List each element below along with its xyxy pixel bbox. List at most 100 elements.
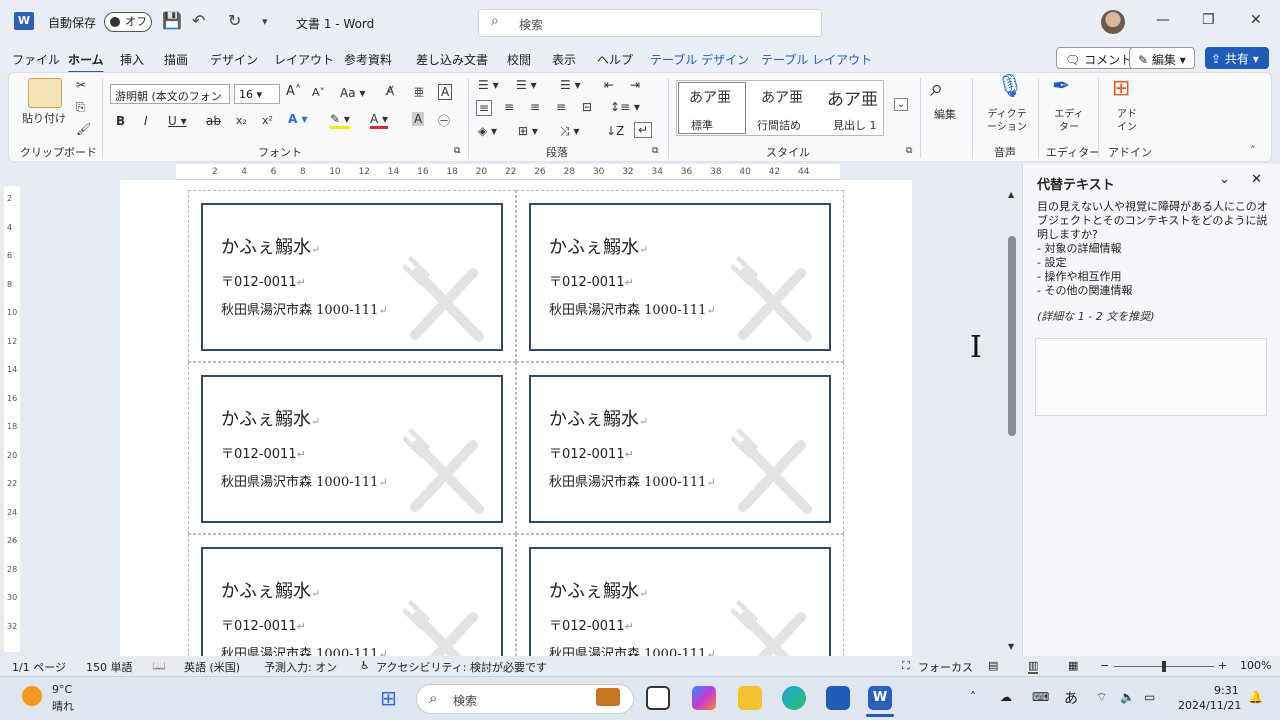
menu-review[interactable]: 校閲 bbox=[507, 51, 531, 68]
search-box[interactable]: ⌕ 検索 bbox=[478, 9, 822, 37]
edit-label[interactable]: 編集 bbox=[934, 106, 956, 122]
scroll-down-icon[interactable]: ▼ bbox=[1008, 642, 1014, 651]
align-center-icon[interactable]: ≡ bbox=[504, 100, 514, 114]
editor-pen-icon[interactable]: ✒ bbox=[1052, 74, 1070, 99]
collapse-ribbon-icon[interactable]: ˄ bbox=[1250, 144, 1256, 157]
copy-icon[interactable]: ⎘ bbox=[76, 100, 86, 115]
ime-mode[interactable]: あ bbox=[1064, 688, 1078, 708]
menu-help[interactable]: ヘルプ bbox=[597, 51, 633, 68]
onedrive-icon[interactable]: ☁ bbox=[1000, 690, 1012, 704]
quick-access-dropdown-icon[interactable]: ▾ bbox=[262, 15, 268, 28]
style-label-no-spacing[interactable]: 行間詰め bbox=[757, 117, 801, 133]
clock-time[interactable]: 9:31 bbox=[1214, 684, 1239, 697]
label-cell[interactable]: かふぇ鰯水↵ 〒012-0011↵ 秋田県湯沢市森 1000-111↵ bbox=[188, 534, 516, 656]
document-page[interactable]: かふぇ鰯水↵ 〒012-0011↵ 秋田県湯沢市森 1000-111↵ かふぇ鰯水↵ 〒… bbox=[120, 180, 912, 656]
addin-grid-icon[interactable]: ⊞ bbox=[1112, 76, 1130, 101]
avatar[interactable] bbox=[1101, 10, 1125, 34]
enclose-character-icon[interactable]: ㊀ bbox=[438, 112, 450, 129]
wifi-icon[interactable]: ⌔ bbox=[1096, 690, 1107, 705]
word-count[interactable]: 150 単語 bbox=[86, 659, 133, 675]
zoom-level[interactable]: 100% bbox=[1240, 659, 1271, 672]
label-postal-code[interactable]: 〒012-0011↵ bbox=[221, 271, 306, 290]
pane-options-icon[interactable]: ⌄ bbox=[1219, 172, 1230, 187]
style-label-heading1[interactable]: 見出し 1 bbox=[833, 117, 877, 133]
undo-icon[interactable]: ↶ bbox=[192, 11, 205, 30]
file-explorer-icon[interactable] bbox=[738, 686, 762, 710]
address-label[interactable]: かふぇ鰯水↵ 〒012-0011↵ 秋田県湯沢市森 1000-111↵ bbox=[529, 375, 831, 523]
label-postal-code[interactable]: 〒012-0011↵ bbox=[221, 443, 306, 462]
pane-close-icon[interactable]: ✕ bbox=[1251, 172, 1262, 187]
font-color-icon[interactable]: A ▾ bbox=[370, 112, 389, 129]
paste-label[interactable]: 貼り付け bbox=[22, 110, 66, 126]
multilevel-list-icon[interactable]: ☰ ▾ bbox=[560, 78, 581, 92]
label-shop-name[interactable]: かふぇ鰯水↵ bbox=[549, 405, 648, 431]
label-address[interactable]: 秋田県湯沢市森 1000-111↵ bbox=[549, 471, 716, 490]
focus-icon[interactable]: ⛶ bbox=[902, 659, 910, 673]
highlight-icon[interactable]: ✎ ▾ bbox=[330, 112, 350, 129]
decrease-indent-icon[interactable]: ⇤ bbox=[604, 78, 614, 92]
label-shop-name[interactable]: かふぇ鰯水↵ bbox=[549, 233, 648, 259]
editor-label[interactable]: エディター bbox=[1054, 108, 1084, 134]
address-label[interactable]: かふぇ鰯水↵ 〒012-0011↵ 秋田県湯沢市森 1000-111↵ bbox=[201, 203, 503, 351]
tray-chevron-icon[interactable]: ˄ bbox=[970, 690, 976, 704]
menu-view[interactable]: 表示 bbox=[552, 51, 576, 68]
format-painter-icon[interactable]: 🖌 bbox=[76, 122, 91, 136]
label-address[interactable]: 秋田県湯沢市森 1000-111↵ bbox=[549, 299, 716, 318]
predictive-status[interactable]: 予測入力: オン bbox=[264, 659, 337, 675]
autosave-toggle[interactable]: オフ bbox=[104, 12, 152, 32]
bullets-icon[interactable]: ☰ ▾ bbox=[478, 78, 499, 92]
redo-icon[interactable]: ↻ bbox=[228, 11, 241, 30]
label-postal-code[interactable]: 〒012-0011↵ bbox=[549, 271, 634, 290]
alt-text-input[interactable] bbox=[1035, 338, 1267, 416]
label-shop-name[interactable]: かふぇ鰯水↵ bbox=[221, 233, 320, 259]
read-mode-icon[interactable]: ▤ bbox=[988, 659, 998, 672]
style-gallery-more-icon[interactable]: ⌄ bbox=[894, 98, 909, 111]
grow-font-icon[interactable]: A˄ bbox=[286, 84, 301, 99]
subscript-icon[interactable]: x₂ bbox=[236, 114, 247, 127]
edge-icon[interactable] bbox=[782, 686, 806, 710]
address-label[interactable]: かふぇ鰯水↵ 〒012-0011↵ 秋田県湯沢市森 1000-111↵ bbox=[201, 375, 503, 523]
menu-layout[interactable]: レイアウト bbox=[274, 51, 334, 68]
horizontal-ruler[interactable]: 2 4 6 8 10 12 14 16 18 20 22 26 28 30 32 34 36 38 40 42 44 bbox=[176, 164, 840, 180]
menu-references[interactable]: 参考資料 bbox=[344, 51, 392, 68]
label-cell[interactable]: かふぇ鰯水↵ 〒012-0011↵ 秋田県湯沢市森 1000-111↵ bbox=[516, 190, 844, 362]
weather-temp[interactable]: 9°C bbox=[52, 683, 72, 696]
address-label[interactable]: かふぇ鰯水↵ 〒012-0011↵ 秋田県湯沢市森 1000-111↵ bbox=[529, 203, 831, 351]
label-address[interactable]: 秋田県湯沢市森 1000-111↵ bbox=[221, 643, 388, 656]
vertical-ruler[interactable]: 2 4 6 8 10 12 14 16 18 20 22 24 26 28 30 32 bbox=[4, 186, 20, 652]
justify-icon[interactable]: ≡ bbox=[556, 100, 566, 114]
zoom-out-icon[interactable]: − bbox=[1100, 659, 1109, 672]
increase-indent-icon[interactable]: ⇥ bbox=[630, 78, 640, 92]
addin-label[interactable]: アドイン bbox=[1114, 108, 1140, 134]
show-marks-icon[interactable]: ↵ bbox=[634, 122, 653, 138]
change-case-button[interactable]: Aa ▾ bbox=[340, 86, 365, 100]
menu-table-layout[interactable]: テーブル レイアウト bbox=[761, 51, 872, 68]
clear-format-icon[interactable]: A̸ bbox=[386, 84, 394, 98]
paste-icon[interactable] bbox=[28, 78, 62, 108]
menu-draw[interactable]: 描画 bbox=[164, 51, 188, 68]
menu-table-design[interactable]: テーブル デザイン bbox=[650, 51, 749, 68]
label-shop-name[interactable]: かふぇ鰯水↵ bbox=[221, 577, 320, 603]
label-shop-name[interactable]: かふぇ鰯水↵ bbox=[221, 405, 320, 431]
bold-icon[interactable]: B bbox=[116, 114, 125, 128]
line-spacing-icon[interactable]: ↕≡ ▾ bbox=[610, 100, 640, 114]
close-icon[interactable]: ✕ bbox=[1250, 12, 1262, 28]
label-address[interactable]: 秋田県湯沢市森 1000-111↵ bbox=[221, 471, 388, 490]
restore-icon[interactable]: ❐ bbox=[1202, 12, 1215, 28]
task-view-icon[interactable] bbox=[646, 686, 670, 710]
accessibility-status[interactable]: アクセシビリティ: 検討が必要です bbox=[376, 659, 547, 675]
proofing-icon[interactable]: 📖 bbox=[152, 659, 166, 672]
menu-insert[interactable]: 挿入 bbox=[120, 51, 144, 68]
weather-condition[interactable]: 晴れ bbox=[52, 698, 74, 714]
find-icon[interactable]: ⌕ bbox=[930, 74, 943, 102]
menu-design[interactable]: デザイン bbox=[210, 51, 258, 68]
weather-sun-icon[interactable] bbox=[22, 686, 42, 706]
italic-icon[interactable]: I bbox=[144, 114, 148, 128]
share-button[interactable]: ⇪ 共有 ▾ bbox=[1205, 47, 1269, 69]
style-dialog-launcher-icon[interactable]: ⧉ bbox=[906, 146, 912, 156]
label-postal-code[interactable]: 〒012-0011↵ bbox=[221, 615, 306, 634]
zoom-in-icon[interactable]: + bbox=[1218, 659, 1227, 672]
language-status[interactable]: 英語 (米国) bbox=[184, 659, 240, 675]
character-shading-icon[interactable]: A bbox=[412, 112, 425, 126]
accessibility-icon[interactable]: ♿ bbox=[360, 659, 370, 672]
